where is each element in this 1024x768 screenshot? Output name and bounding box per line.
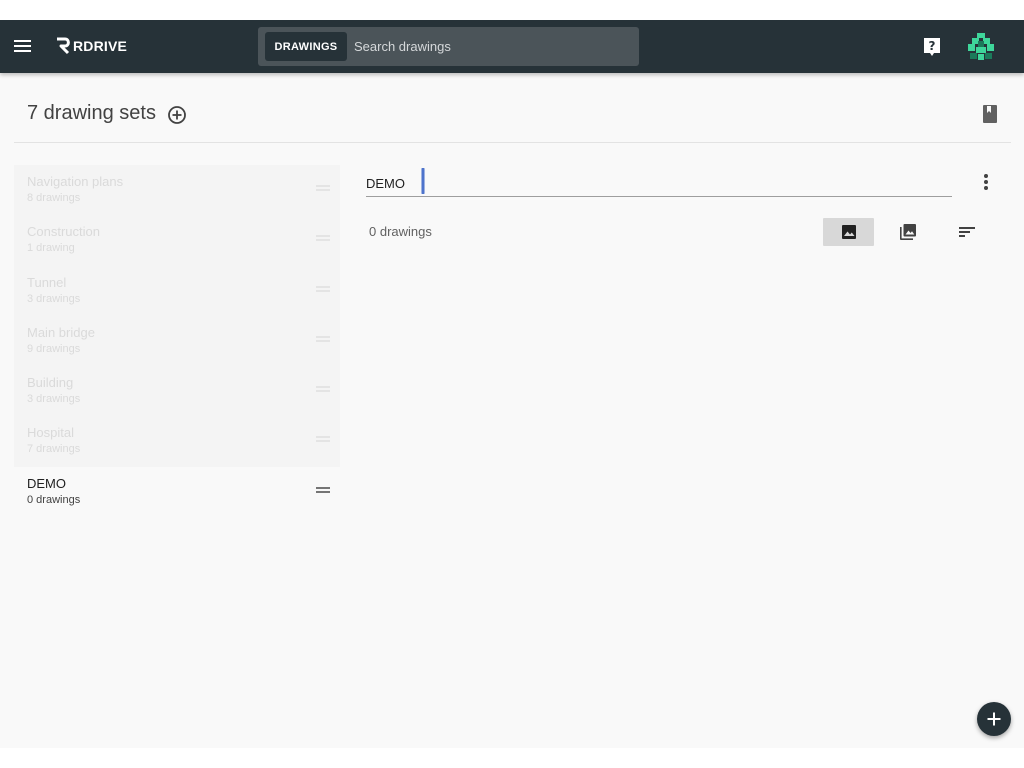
menu-button[interactable] (11, 34, 35, 58)
app: RDRIVE DRAWINGS ? (0, 20, 1024, 748)
more-options-button[interactable] (976, 170, 996, 194)
gallery-view-button[interactable] (882, 218, 933, 246)
menu-icon (14, 40, 31, 52)
add-icon (987, 712, 1001, 726)
search-input[interactable] (350, 32, 630, 61)
add-drawing-set-button[interactable] (166, 104, 188, 126)
drawing-set-list: Navigation plans 8 drawings Construction… (14, 165, 340, 517)
sort-icon (958, 227, 975, 237)
set-name: Tunnel (27, 274, 67, 290)
search-scope-chip[interactable]: DRAWINGS (265, 32, 347, 61)
top-bar: RDRIVE DRAWINGS ? (0, 20, 1024, 73)
book-icon (983, 105, 997, 123)
set-count: 3 drawings (27, 393, 81, 406)
set-name: DEMO (27, 475, 66, 491)
set-name: Navigation plans (27, 174, 124, 189)
set-count: 9 drawings (27, 342, 81, 355)
set-count: 7 drawings (27, 443, 81, 456)
avatar-icon (968, 33, 994, 60)
logo-mark-icon (57, 37, 70, 55)
text-cursor (421, 168, 425, 194)
add-circle-icon (168, 106, 186, 124)
set-count: 8 drawings (27, 192, 81, 204)
help-button[interactable]: ? (920, 35, 944, 59)
set-count: 1 drawing (27, 242, 75, 255)
set-name-field (366, 168, 952, 197)
more-vert-icon (984, 174, 988, 190)
drag-handle-icon[interactable] (316, 234, 330, 242)
list-item-selected[interactable]: DEMO 0 drawings (14, 467, 340, 517)
set-name: Construction (27, 224, 100, 240)
user-avatar[interactable] (966, 32, 996, 62)
drag-handle-icon[interactable] (316, 435, 330, 443)
single-image-view-button[interactable] (823, 218, 874, 246)
book-button[interactable] (979, 103, 1001, 125)
list-item[interactable]: Navigation plans 8 drawings (14, 165, 340, 216)
image-icon (841, 225, 856, 239)
header-divider (14, 142, 1011, 143)
list-item[interactable]: Hospital 7 drawings (14, 416, 340, 467)
logo-text: RDRIVE (73, 38, 128, 54)
app-logo[interactable]: RDRIVE (55, 36, 127, 56)
list-item[interactable]: Building 3 drawings (14, 366, 340, 417)
search-bar: DRAWINGS (258, 27, 639, 66)
drag-handle-icon[interactable] (316, 486, 330, 494)
list-item[interactable]: Tunnel 3 drawings (14, 265, 340, 316)
set-name: Hospital (27, 425, 74, 441)
drawings-count: 0 drawings (369, 224, 432, 239)
list-item[interactable]: Construction 1 drawing (14, 215, 340, 266)
drag-handle-icon[interactable] (316, 184, 330, 192)
set-count: 0 drawings (27, 493, 81, 506)
page-title: 7 drawing sets (27, 102, 156, 124)
photo-library-icon (899, 224, 916, 240)
list-item[interactable]: Main bridge 9 drawings (14, 315, 340, 367)
set-count: 3 drawings (27, 292, 81, 305)
drag-handle-icon[interactable] (316, 285, 330, 293)
set-name-input[interactable] (366, 174, 418, 192)
set-name: Main bridge (27, 324, 95, 340)
sort-button[interactable] (941, 218, 992, 246)
drag-handle-icon[interactable] (316, 385, 330, 393)
set-name: Building (27, 375, 74, 391)
svg-text:?: ? (929, 39, 936, 53)
help-icon: ? (924, 38, 940, 56)
drag-handle-icon[interactable] (316, 335, 330, 343)
add-drawing-button[interactable] (977, 702, 1011, 736)
